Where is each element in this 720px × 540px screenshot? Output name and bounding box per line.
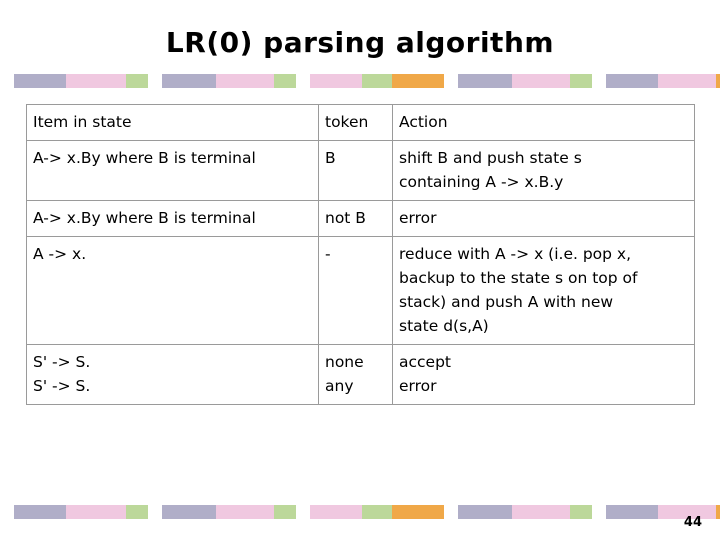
band-segment — [606, 505, 658, 519]
band-group — [310, 505, 444, 519]
band-segment — [162, 74, 216, 88]
lr0-parsing-table: Item in state token Action A-> x.By wher… — [26, 103, 695, 406]
band-group — [14, 505, 148, 519]
table-row: A -> x. - reduce with A -> x (i.e. pop x… — [26, 236, 695, 346]
header-cell-action: Action — [392, 103, 695, 142]
cell-line: S' -> S. — [33, 353, 91, 372]
cell-token: - — [318, 236, 393, 346]
decorative-band-bottom — [14, 505, 720, 519]
cell-item: A-> x.By where B is terminal — [26, 200, 319, 238]
cell-item: S' -> S. S' -> S. — [26, 344, 319, 406]
cell-line: backup to the state s on top of — [399, 269, 638, 288]
cell-line: not B — [325, 209, 366, 228]
band-segment — [362, 505, 392, 519]
table-row: S' -> S. S' -> S. none any accept error — [26, 344, 695, 406]
band-segment — [162, 505, 216, 519]
cell-line: reduce with A -> x (i.e. pop x, — [399, 245, 632, 264]
band-segment — [512, 505, 570, 519]
page-title: LR(0) parsing algorithm — [165, 26, 555, 59]
band-group — [162, 74, 296, 88]
cell-line: S' -> S. — [33, 377, 91, 396]
band-group — [14, 74, 148, 88]
band-group — [606, 74, 720, 88]
cell-line: - — [325, 245, 331, 264]
band-segment — [274, 505, 296, 519]
cell-line: state d(s,A) — [399, 317, 489, 336]
cell-line: A -> x. — [33, 245, 87, 264]
band-group — [458, 74, 592, 88]
band-group — [606, 505, 720, 519]
cell-line: A-> x.By where B is terminal — [33, 209, 256, 228]
band-segment — [716, 505, 720, 519]
cell-line: A-> x.By where B is terminal — [33, 149, 256, 168]
band-segment — [216, 505, 274, 519]
band-segment — [14, 505, 66, 519]
band-segment — [392, 505, 444, 519]
cell-action: error — [392, 200, 695, 238]
band-segment — [570, 74, 592, 88]
band-segment — [66, 74, 126, 88]
band-segment — [126, 74, 148, 88]
cell-token: not B — [318, 200, 393, 238]
cell-line: none — [325, 353, 364, 372]
cell-line: shift B and push state s — [399, 149, 582, 168]
band-segment — [458, 74, 512, 88]
header-cell-item: Item in state — [26, 103, 319, 142]
table-row: A-> x.By where B is terminal B shift B a… — [26, 140, 695, 202]
band-segment — [310, 74, 362, 88]
cell-action: reduce with A -> x (i.e. pop x, backup t… — [392, 236, 695, 346]
band-segment — [66, 505, 126, 519]
cell-item: A-> x.By where B is terminal — [26, 140, 319, 202]
band-group — [310, 74, 444, 88]
band-segment — [216, 74, 274, 88]
cell-line: accept — [399, 353, 451, 372]
band-segment — [362, 74, 392, 88]
band-segment — [716, 74, 720, 88]
band-segment — [512, 74, 570, 88]
band-group — [162, 505, 296, 519]
band-segment — [570, 505, 592, 519]
table-body: Item in state token Action A-> x.By wher… — [26, 103, 695, 406]
page-number: 44 — [683, 515, 702, 530]
band-group — [458, 505, 592, 519]
band-segment — [14, 74, 66, 88]
band-segment — [458, 505, 512, 519]
cell-action: accept error — [392, 344, 695, 406]
band-segment — [606, 74, 658, 88]
band-segment — [658, 74, 716, 88]
decorative-band-top — [14, 74, 720, 88]
band-segment — [126, 505, 148, 519]
cell-token: B — [318, 140, 393, 202]
cell-line: error — [399, 377, 437, 396]
table-row: A-> x.By where B is terminal not B error — [26, 200, 695, 238]
cell-line: stack) and push A with new — [399, 293, 614, 312]
band-segment — [392, 74, 444, 88]
cell-action: shift B and push state s containing A ->… — [392, 140, 695, 202]
cell-line: any — [325, 377, 354, 396]
cell-line: error — [399, 209, 437, 228]
cell-line: containing A -> x.B.y — [399, 173, 564, 192]
band-segment — [310, 505, 362, 519]
band-segment — [274, 74, 296, 88]
table-header-row: Item in state token Action — [26, 103, 695, 142]
header-cell-token: token — [318, 103, 393, 142]
lr0-parsing-table-container: Item in state token Action A-> x.By wher… — [26, 103, 695, 406]
cell-item: A -> x. — [26, 236, 319, 346]
cell-line: B — [325, 149, 336, 168]
cell-token: none any — [318, 344, 393, 406]
slide: LR(0) parsing algorithm Item in state to… — [0, 0, 720, 540]
